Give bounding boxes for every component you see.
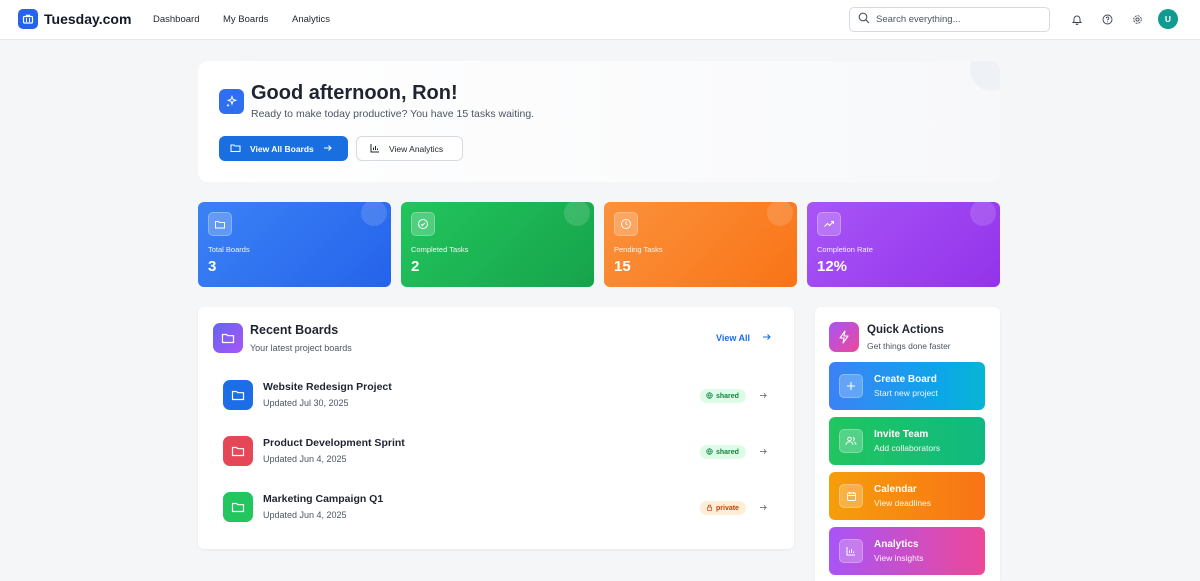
nav-my-boards[interactable]: My Boards: [223, 14, 268, 25]
bell-icon[interactable]: [1070, 12, 1084, 26]
folder-icon: [213, 323, 243, 353]
arrow-right-icon: [758, 446, 768, 456]
quick-actions-panel: Quick Actions Get things done faster Cre…: [815, 307, 1000, 581]
folder-icon: [230, 143, 241, 155]
view-analytics-button[interactable]: View Analytics: [356, 136, 463, 161]
action-title: Calendar: [874, 484, 917, 495]
board-name: Marketing Campaign Q1: [263, 493, 384, 505]
analytics-button[interactable]: Analytics View insights: [829, 527, 985, 575]
folder-icon: [208, 212, 232, 236]
decorative-circle: [361, 202, 387, 226]
action-subtitle: View deadlines: [874, 498, 932, 508]
folder-icon: [223, 492, 253, 522]
bar-chart-icon: [370, 143, 380, 155]
welcome-subtitle: Ready to make today productive? You have…: [251, 108, 535, 120]
search-input[interactable]: [876, 14, 1036, 25]
stat-card-pending-tasks: Pending Tasks 15: [604, 202, 797, 287]
recent-boards-title: Recent Boards: [250, 323, 339, 337]
view-all-boards-button[interactable]: View All Boards: [219, 136, 348, 161]
stat-label: Completed Tasks: [411, 245, 469, 254]
arrow-right-icon: [762, 333, 772, 343]
view-all-label: View All: [716, 333, 751, 343]
clock-icon: [614, 212, 638, 236]
stat-card-completion-rate: Completion Rate 12%: [807, 202, 1000, 287]
stat-label: Pending Tasks: [614, 245, 663, 254]
visibility-badge: shared: [700, 445, 746, 459]
stat-card-total-boards: Total Boards 3: [198, 202, 391, 287]
visibility-label: shared: [716, 392, 739, 400]
arrow-right-icon: [323, 144, 333, 154]
visibility-label: shared: [716, 448, 739, 456]
visibility-badge: private: [700, 501, 746, 515]
bar-chart-icon: [839, 539, 863, 563]
action-title: Analytics: [874, 539, 919, 550]
help-circle-icon[interactable]: [1100, 12, 1114, 26]
decorative-circle: [564, 202, 590, 226]
trending-up-icon: [817, 212, 841, 236]
action-subtitle: Add collaborators: [874, 443, 941, 453]
app-name: Tuesday.com: [44, 11, 132, 27]
action-subtitle: Start new project: [874, 388, 938, 398]
action-subtitle: View insights: [874, 553, 924, 563]
board-name: Product Development Sprint: [263, 437, 405, 449]
stat-value: 12%: [817, 258, 848, 275]
view-all-link[interactable]: View All: [716, 333, 772, 343]
quick-actions-subtitle: Get things done faster: [867, 341, 951, 351]
stat-value: 15: [614, 258, 631, 275]
stat-label: Total Boards: [208, 245, 250, 254]
lightning-icon: [829, 322, 859, 352]
quick-actions-title: Quick Actions: [867, 324, 944, 336]
search-box[interactable]: [849, 7, 1050, 32]
globe-icon: [706, 391, 713, 401]
board-name: Website Redesign Project: [263, 381, 392, 393]
folder-icon: [223, 436, 253, 466]
invite-team-button[interactable]: Invite Team Add collaborators: [829, 417, 985, 465]
user-avatar[interactable]: U: [1158, 9, 1178, 29]
board-row[interactable]: Website Redesign Project Updated Jul 30,…: [218, 375, 774, 419]
view-analytics-label: View Analytics: [389, 143, 444, 154]
welcome-card: Good afternoon, Ron! Ready to make today…: [198, 61, 1000, 182]
users-icon: [839, 429, 863, 453]
calendar-button[interactable]: Calendar View deadlines: [829, 472, 985, 520]
search-icon: [858, 11, 870, 29]
visibility-label: private: [716, 504, 739, 512]
create-board-button[interactable]: Create Board Start new project: [829, 362, 985, 410]
stat-value: 3: [208, 258, 217, 275]
arrow-right-icon: [758, 390, 768, 400]
plus-icon: [839, 374, 863, 398]
board-updated-date: Updated Jun 4, 2025: [263, 510, 347, 520]
decorative-circle: [970, 202, 996, 226]
recent-boards-subtitle: Your latest project boards: [250, 343, 352, 353]
recent-boards-panel: Recent Boards Your latest project boards…: [198, 307, 794, 549]
action-title: Invite Team: [874, 429, 929, 440]
action-title: Create Board: [874, 374, 937, 385]
stat-card-completed-tasks: Completed Tasks 2: [401, 202, 594, 287]
visibility-badge: shared: [700, 389, 746, 403]
stat-value: 2: [411, 258, 420, 275]
arrow-right-icon: [758, 502, 768, 512]
decorative-circle: [970, 61, 1000, 91]
nav-analytics[interactable]: Analytics: [292, 14, 330, 25]
board-row[interactable]: Product Development Sprint Updated Jun 4…: [218, 431, 774, 475]
calendar-icon: [839, 484, 863, 508]
stat-label: Completion Rate: [817, 245, 873, 254]
board-row[interactable]: Marketing Campaign Q1 Updated Jun 4, 202…: [218, 487, 774, 531]
welcome-title: Good afternoon, Ron!: [251, 82, 458, 104]
decorative-circle: [767, 202, 793, 226]
top-navigation-bar: Tuesday.com Dashboard My Boards Analytic…: [0, 0, 1200, 40]
board-updated-date: Updated Jul 30, 2025: [263, 398, 349, 408]
sparkles-icon: [219, 89, 244, 114]
lock-icon: [706, 504, 713, 513]
view-all-boards-label: View All Boards: [250, 143, 314, 154]
app-logo[interactable]: Tuesday.com: [18, 9, 131, 29]
folder-icon: [223, 380, 253, 410]
check-circle-icon: [411, 212, 435, 236]
briefcase-icon: [18, 9, 38, 29]
nav-dashboard[interactable]: Dashboard: [153, 14, 199, 25]
board-updated-date: Updated Jun 4, 2025: [263, 454, 347, 464]
gear-icon[interactable]: [1130, 12, 1144, 26]
globe-icon: [706, 447, 713, 457]
